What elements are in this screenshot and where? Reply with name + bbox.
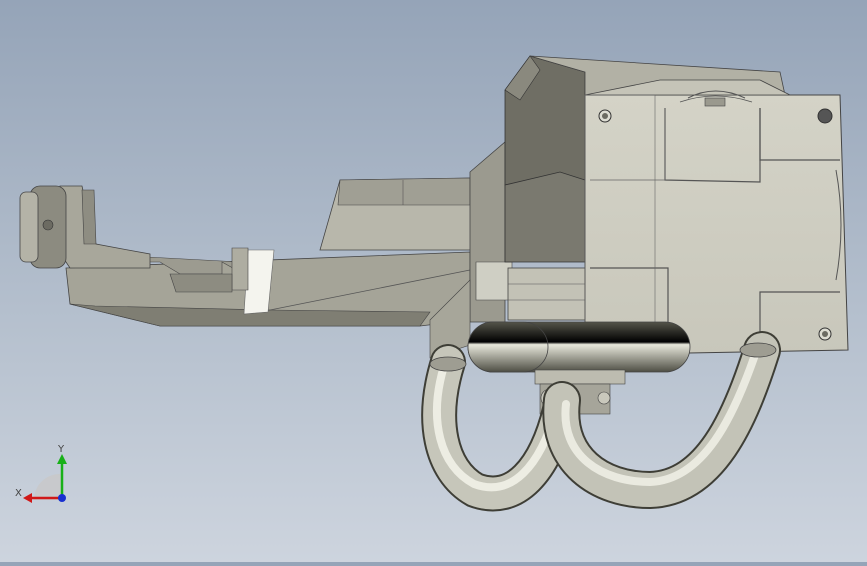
- y-axis-arrowhead: [57, 454, 67, 464]
- gearbox-housing: [584, 79, 849, 356]
- triad-plane-shading: [33, 473, 62, 500]
- reference-triad: Y X: [14, 440, 74, 510]
- left-end-bracket: [19, 185, 151, 269]
- x-axis-arrowhead: [23, 493, 32, 503]
- cad-model-view[interactable]: [0, 0, 867, 562]
- tube-end-left: [429, 356, 467, 372]
- y-axis-label: Y: [57, 444, 65, 455]
- manifold-tube: [467, 321, 691, 373]
- cad-graphics-viewport[interactable]: Y X: [0, 0, 867, 562]
- tube-end-right: [739, 342, 777, 358]
- z-axis-dot: [58, 494, 66, 502]
- x-axis-label: X: [15, 488, 22, 499]
